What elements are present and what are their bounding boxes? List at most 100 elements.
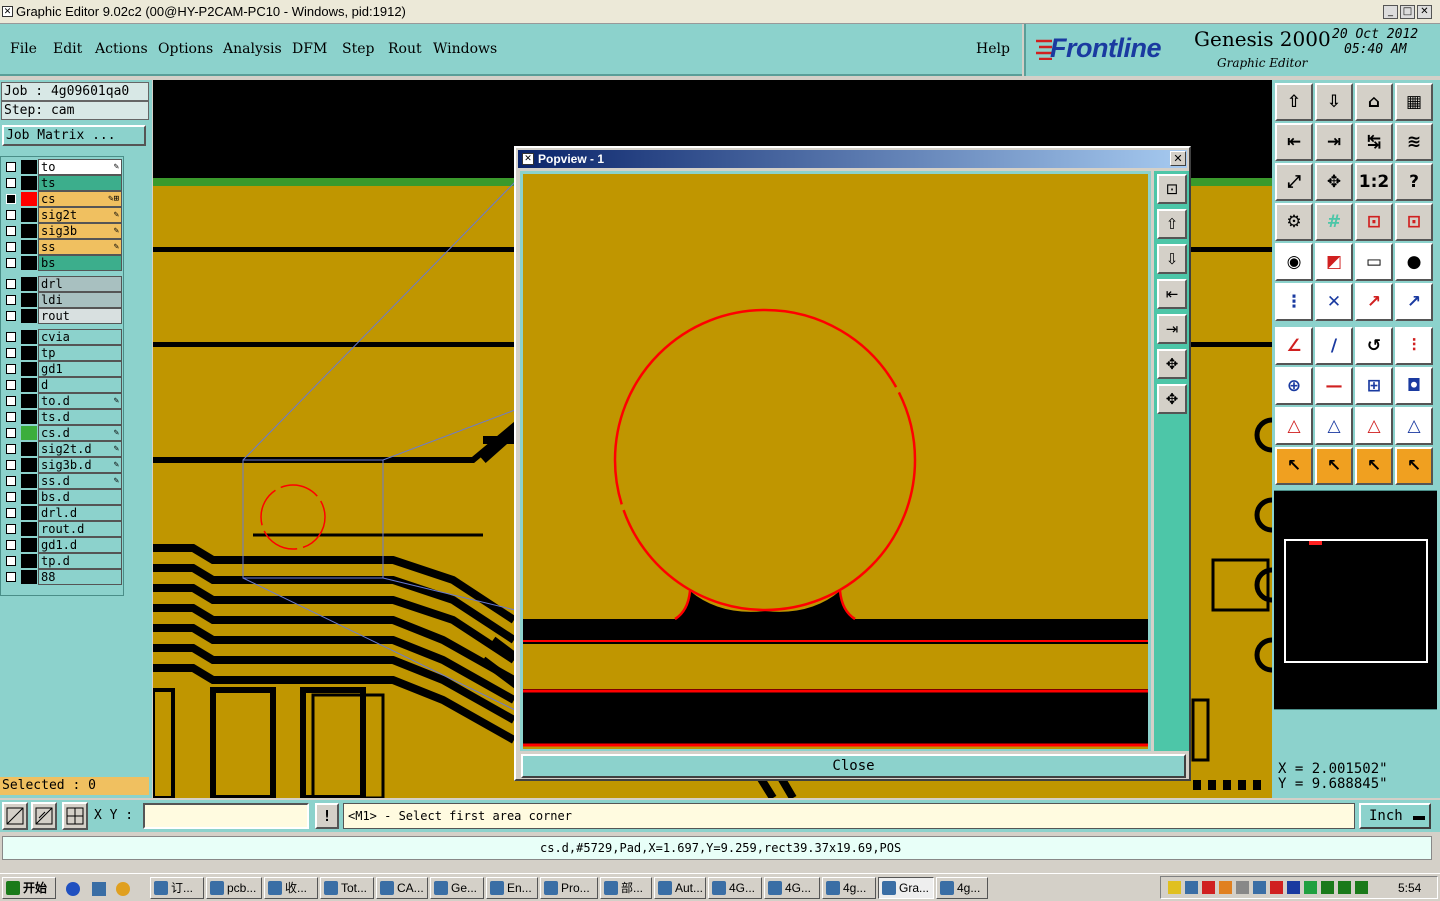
layer-row[interactable]: drl.d [4, 505, 122, 521]
grid-icon[interactable]: # [1315, 203, 1353, 241]
layer-name[interactable]: drl [38, 276, 122, 292]
layer-checkbox[interactable] [6, 279, 16, 289]
taskbar-button[interactable]: 4g... [936, 877, 988, 899]
tray-icon[interactable] [1321, 881, 1334, 894]
tray-icon[interactable] [1168, 881, 1181, 894]
taskbar-button[interactable]: Gra... [878, 877, 934, 899]
mirror-icon[interactable]: ⫶ [1395, 327, 1433, 365]
layer-name[interactable]: bs.d [38, 489, 122, 505]
layer-checkbox[interactable] [6, 226, 16, 236]
tray-icon[interactable] [1185, 881, 1198, 894]
layer-color-swatch[interactable] [21, 224, 37, 238]
layer-checkbox[interactable] [6, 492, 16, 502]
tray-icon[interactable] [1202, 881, 1215, 894]
taskbar-button[interactable]: 4g... [822, 877, 876, 899]
tray-icon[interactable] [1270, 881, 1283, 894]
draw-diagonal-icon[interactable]: / [1315, 327, 1353, 365]
popview-canvas[interactable] [520, 171, 1151, 751]
taskbar-button[interactable]: En... [486, 877, 538, 899]
move-point-icon[interactable]: ↗ [1395, 283, 1433, 321]
redraw-icon[interactable]: ≋ [1395, 123, 1433, 161]
layer-name[interactable]: tp.d [38, 553, 122, 569]
menu-actions[interactable]: Actions [95, 41, 148, 57]
layer-row[interactable]: tp [4, 345, 122, 361]
menu-options[interactable]: Options [158, 41, 213, 57]
triangle-select-icon[interactable]: △ [1315, 407, 1353, 445]
layer-checkbox[interactable] [6, 258, 16, 268]
layer-row[interactable]: tp.d [4, 553, 122, 569]
layer-checkbox[interactable] [6, 178, 16, 188]
layer-name[interactable]: rout.d [38, 521, 122, 537]
taskbar-button[interactable]: 订... [150, 877, 204, 899]
circle-icon[interactable]: ● [1395, 243, 1433, 281]
menu-file[interactable]: File [10, 41, 37, 57]
menu-step[interactable]: Step [342, 41, 374, 57]
start-button[interactable]: 开始 [2, 877, 56, 899]
layer-checkbox[interactable] [6, 460, 16, 470]
layer-color-swatch[interactable] [21, 208, 37, 222]
pan-left-icon[interactable]: ⇤ [1275, 123, 1313, 161]
job-matrix-button[interactable]: Job Matrix ... [2, 125, 146, 146]
snap-mode-icon[interactable] [2, 802, 28, 830]
layer-color-swatch[interactable] [21, 522, 37, 536]
layer-checkbox[interactable] [6, 311, 16, 321]
grid-mode-icon[interactable] [62, 802, 88, 830]
layer-checkbox[interactable] [6, 476, 16, 486]
layer-color-swatch[interactable] [21, 160, 37, 174]
quick-launch-media-icon[interactable] [116, 882, 130, 896]
tray-icon[interactable] [1253, 881, 1266, 894]
pop-zoom-in-icon[interactable]: ⇧ [1157, 209, 1187, 239]
ruler-icon[interactable]: ▭ [1355, 243, 1393, 281]
layer-color-swatch[interactable] [21, 442, 37, 456]
layer-checkbox[interactable] [6, 508, 16, 518]
layer-row[interactable]: cvia [4, 329, 122, 345]
taskbar-button[interactable]: 收... [264, 877, 318, 899]
pop-zoom-out-icon[interactable]: ⇩ [1157, 244, 1187, 274]
layer-checkbox[interactable] [6, 348, 16, 358]
layer-name[interactable]: sig3b ✎ [38, 223, 122, 239]
triangle-edit-icon[interactable]: △ [1355, 407, 1393, 445]
taskbar-button[interactable]: 4G... [708, 877, 762, 899]
layer-checkbox[interactable] [6, 524, 16, 534]
layer-row[interactable]: to.d ✎ [4, 393, 122, 409]
layer-name[interactable]: sig2t.d ✎ [38, 441, 122, 457]
pop-center-icon[interactable]: ✥ [1157, 384, 1187, 414]
pan-right-icon[interactable]: ⇥ [1315, 123, 1353, 161]
layer-checkbox[interactable] [6, 412, 16, 422]
layer-row[interactable]: cs.d ✎ [4, 425, 122, 441]
layer-color-swatch[interactable] [21, 192, 37, 206]
layer-row[interactable]: gd1.d [4, 537, 122, 553]
taskbar-button[interactable]: Tot... [320, 877, 374, 899]
zoom-window-icon[interactable]: ⇩ [1315, 83, 1353, 121]
add-line-icon[interactable]: ↗ [1355, 283, 1393, 321]
layer-checkbox[interactable] [6, 540, 16, 550]
zoom-one-to-one-icon[interactable]: 1:2 [1355, 163, 1393, 201]
layer-name[interactable]: gd1 [38, 361, 122, 377]
layer-name[interactable]: ldi [38, 292, 122, 308]
tray-icon[interactable] [1338, 881, 1351, 894]
arc-icon[interactable]: ↺ [1355, 327, 1393, 365]
layer-name[interactable]: bs [38, 255, 122, 271]
warning-icon[interactable]: ! [315, 803, 339, 829]
menu-windows[interactable]: Windows [433, 41, 497, 57]
layer-row[interactable]: sig2t.d ✎ [4, 441, 122, 457]
select-path-icon[interactable]: ↖ [1395, 447, 1433, 485]
layer-row[interactable]: ts [4, 175, 122, 191]
tray-icon[interactable] [1304, 881, 1317, 894]
draw-line-icon[interactable]: ∠ [1275, 327, 1313, 365]
layer-name[interactable]: cs.d ✎ [38, 425, 122, 441]
zoom-extents-icon[interactable]: ✥ [1315, 163, 1353, 201]
layer-name[interactable]: drl.d [38, 505, 122, 521]
layer-color-swatch[interactable] [21, 570, 37, 584]
pop-pan-left-icon[interactable]: ⇤ [1157, 279, 1187, 309]
xy-input[interactable] [143, 803, 309, 829]
layer-checkbox[interactable] [6, 572, 16, 582]
maximize-icon[interactable]: □ [1400, 5, 1415, 19]
layer-row[interactable]: ss ✎ [4, 239, 122, 255]
pan-center-icon[interactable]: ↹ [1355, 123, 1393, 161]
split-line-icon[interactable]: — [1315, 367, 1353, 405]
pop-zoom-fit-icon[interactable]: ⊡ [1157, 174, 1187, 204]
layer-color-swatch[interactable] [21, 176, 37, 190]
feature-pad-icon[interactable]: ◉ [1275, 243, 1313, 281]
layer-color-swatch[interactable] [21, 240, 37, 254]
